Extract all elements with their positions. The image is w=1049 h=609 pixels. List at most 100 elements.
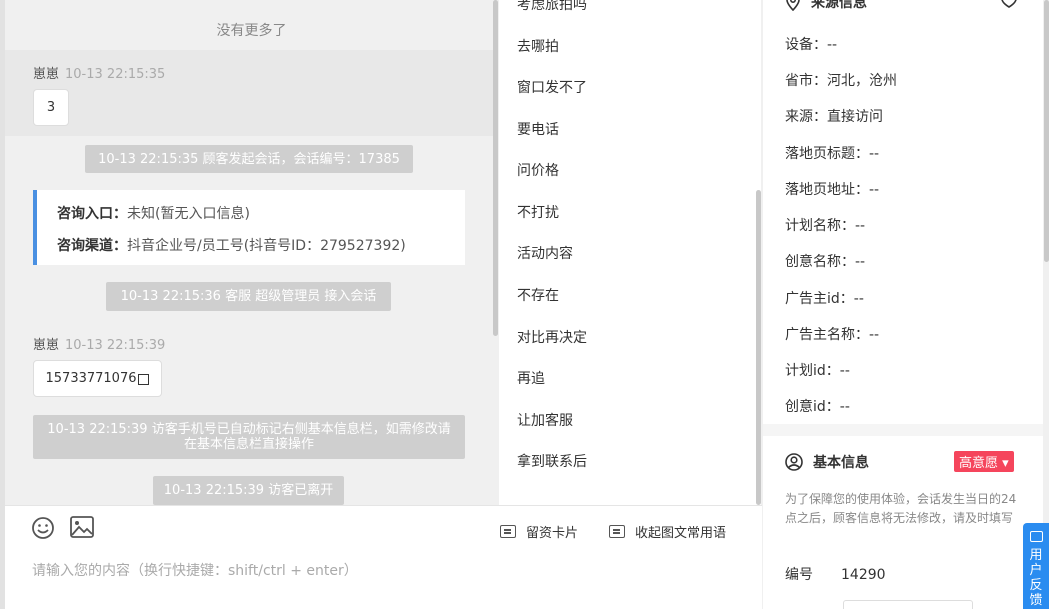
- quick-reply-item[interactable]: 不打扰: [517, 202, 559, 222]
- phone-number: 15733771076: [45, 371, 137, 386]
- sender-name: 崽崽: [33, 338, 60, 353]
- channel-label: 咨询渠道：: [57, 238, 127, 254]
- landing-url-row: 落地页地址：--: [785, 179, 879, 199]
- location-pin-icon: [786, 0, 800, 11]
- quick-reply-item[interactable]: 拿到联系后: [517, 451, 587, 471]
- entry-label: 咨询入口：: [57, 206, 127, 222]
- row-value: --: [869, 327, 880, 343]
- channel-value: 抖音企业号/员工号(抖音号ID：279527392): [127, 238, 406, 254]
- message-time: 10-13 22:15:39: [65, 338, 166, 353]
- row-value: --: [869, 146, 880, 162]
- phone-message-bubble[interactable]: 15733771076: [33, 360, 162, 397]
- quick-reply-item[interactable]: 对比再决定: [517, 327, 587, 347]
- message-icon: [609, 525, 625, 538]
- section-divider: [763, 424, 1043, 436]
- source-info-header: 来源信息: [785, 0, 867, 12]
- info-panel-scrollbar[interactable]: [1044, 0, 1049, 262]
- sender-name: 崽崽: [33, 67, 60, 82]
- quick-reply-item[interactable]: 窗口发不了: [517, 77, 587, 97]
- chat-history[interactable]: 没有更多了 崽崽 10-13 22:15:35 3 10-13 22:15:35 …: [5, 0, 498, 505]
- user-circle-icon: [785, 453, 803, 471]
- row-label: 创意id：: [785, 399, 840, 415]
- intent-level-dropdown[interactable]: 高意愿 ▾: [954, 451, 1014, 472]
- row-label: 创意名称：: [785, 254, 855, 270]
- row-label: 落地页标题：: [785, 146, 869, 162]
- image-icon[interactable]: [70, 516, 94, 538]
- source-info-title: 来源信息: [811, 0, 867, 11]
- collapse-phrases-button[interactable]: 收起图文常用语: [609, 522, 726, 541]
- row-value: --: [839, 363, 850, 379]
- number-label: 编号: [785, 567, 813, 583]
- number-row: 编号 14290: [785, 564, 886, 584]
- caret-down-icon: ▾: [1002, 456, 1009, 471]
- message-bubble: 3: [33, 89, 69, 126]
- creative-name-row: 创意名称：--: [785, 251, 865, 271]
- basic-info-header: 基本信息: [785, 452, 869, 472]
- message-sender: 崽崽 10-13 22:15:39: [33, 334, 165, 353]
- row-value: --: [869, 182, 880, 198]
- quick-reply-item[interactable]: 不存在: [517, 285, 559, 305]
- row-label: 计划名称：: [785, 218, 855, 234]
- system-message: 10-13 22:15:36 客服 超级管理员 接入会话: [106, 282, 391, 311]
- quick-reply-item[interactable]: 考虑旅拍吗: [517, 0, 587, 14]
- copy-icon[interactable]: [138, 374, 150, 385]
- row-value: --: [839, 399, 850, 415]
- device-row: 设备：--: [785, 34, 837, 54]
- row-label: 广告主名称：: [785, 327, 869, 343]
- row-label: 广告主id：: [785, 291, 854, 307]
- row-value: --: [855, 218, 866, 234]
- system-message: 10-13 22:15:39 访客已离开: [153, 476, 344, 505]
- advertiser-name-row: 广告主名称：--: [785, 324, 879, 344]
- collapse-phrases-label: 收起图文常用语: [635, 526, 727, 541]
- row-label: 省市：: [785, 73, 827, 89]
- feedback-label: 用户反馈: [1029, 548, 1043, 608]
- number-value: 14290: [841, 567, 886, 583]
- edit-deadline-note: 为了保障您的使用体验，会话发生当日的24点之后，顾客信息将无法修改，请及时填写: [785, 492, 1017, 525]
- row-value: 直接访问: [827, 109, 883, 125]
- user-feedback-button[interactable]: 用户反馈: [1023, 523, 1049, 609]
- row-value: --: [855, 254, 866, 270]
- message-time: 10-13 22:15:35: [65, 67, 166, 82]
- feedback-icon: [1029, 531, 1043, 542]
- province-city-row: 省市：河北，沧州: [785, 70, 897, 90]
- message-sender: 崽崽 10-13 22:15:35: [33, 63, 165, 82]
- system-message: 10-13 22:15:35 顾客发起会话，会话编号：17385: [85, 145, 413, 173]
- card-icon: [500, 525, 516, 538]
- landing-title-row: 落地页标题：--: [785, 143, 879, 163]
- basic-info-title: 基本信息: [813, 455, 869, 471]
- smiley-icon[interactable]: [31, 516, 55, 540]
- quick-reply-item[interactable]: 要电话: [517, 119, 559, 139]
- consult-info-card: 咨询入口：未知(暂无入口信息) 咨询渠道：抖音企业号/员工号(抖音号ID：279…: [33, 190, 465, 265]
- row-value: --: [827, 37, 838, 53]
- quick-reply-item[interactable]: 再追: [517, 368, 545, 388]
- quick-reply-item[interactable]: 问价格: [517, 160, 559, 180]
- chat-scrollbar[interactable]: [493, 0, 498, 336]
- message-input[interactable]: 请输入您的内容（换行快捷键：shift/ctrl + enter）: [32, 560, 358, 580]
- quick-reply-item[interactable]: 让加客服: [517, 410, 573, 430]
- row-label: 设备：: [785, 37, 827, 53]
- quick-reply-item[interactable]: 活动内容: [517, 243, 573, 263]
- shield-icon[interactable]: [1000, 0, 1018, 8]
- plan-id-row: 计划id：--: [785, 360, 850, 380]
- field-input[interactable]: [843, 600, 973, 609]
- row-value: --: [853, 291, 864, 307]
- row-label: 落地页地址：: [785, 182, 869, 198]
- workspace: 没有更多了 崽崽 10-13 22:15:35 3 10-13 22:15:35 …: [0, 0, 1049, 609]
- row-label: 计划id：: [785, 363, 840, 379]
- lead-card-label: 留资卡片: [526, 526, 579, 541]
- plan-name-row: 计划名称：--: [785, 215, 865, 235]
- quick-reply-scrollbar[interactable]: [756, 190, 761, 505]
- source-row: 来源：直接访问: [785, 106, 883, 126]
- system-message: 10-13 22:15:39 访客手机号已自动标记右侧基本信息栏，如需修改请在基…: [33, 415, 465, 459]
- creative-id-row: 创意id：--: [785, 396, 850, 416]
- quick-reply-item[interactable]: 去哪拍: [517, 36, 559, 56]
- advertiser-id-row: 广告主id：--: [785, 288, 864, 308]
- intent-level-value: 高意愿: [959, 456, 999, 471]
- customer-info-panel: 来源信息 设备：-- 省市：河北，沧州 来源：直接访问 落地页标题：-- 落地页…: [763, 0, 1043, 609]
- row-label: 来源：: [785, 109, 827, 125]
- quick-reply-list: 考虑旅拍吗 去哪拍 窗口发不了 要电话 问价格 不打扰 活动内容 不存在 对比再…: [499, 0, 761, 505]
- row-value: 河北，沧州: [827, 73, 897, 89]
- lead-card-button[interactable]: 留资卡片: [500, 522, 578, 541]
- no-more-text: 没有更多了: [216, 23, 287, 39]
- entry-value: 未知(暂无入口信息): [127, 206, 250, 222]
